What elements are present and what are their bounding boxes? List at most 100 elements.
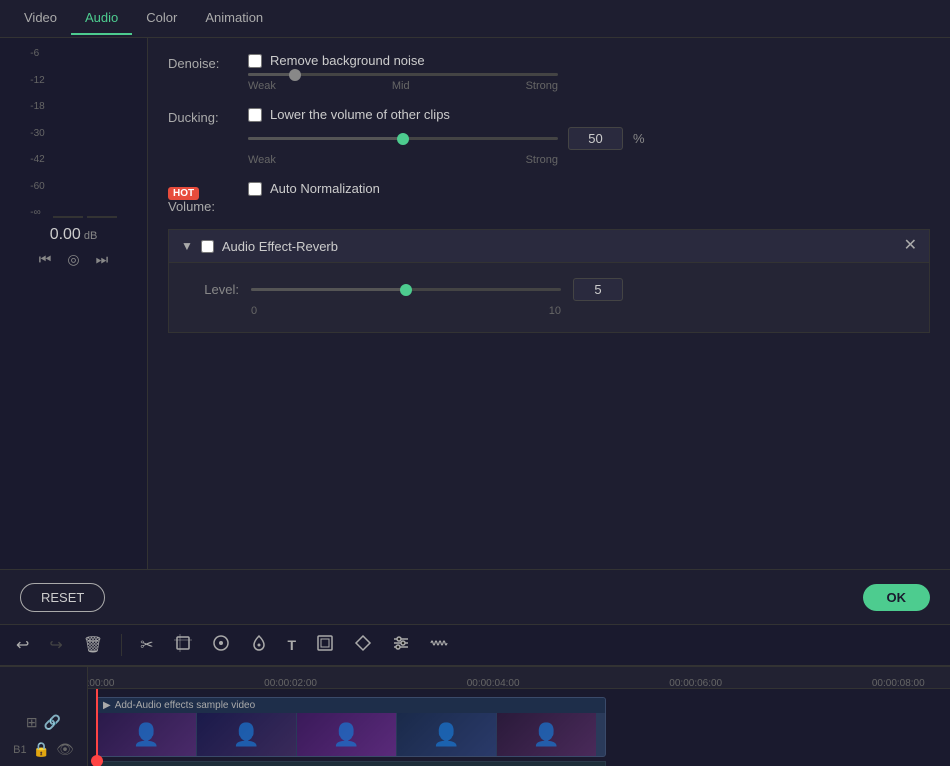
effect-level-input[interactable] <box>573 278 623 301</box>
thumb-inner-5: 👤 <box>497 713 596 756</box>
meter-skip-end-btn[interactable]: ⏭ <box>92 249 113 270</box>
redo-icon: ↪ <box>49 635 62 655</box>
denoise-slider-labels: Weak Mid Strong <box>248 80 558 92</box>
ducking-checkbox-label: Lower the volume of other clips <box>270 107 450 122</box>
ducking-content: Lower the volume of other clips % Weak S… <box>248 107 930 166</box>
ducking-percent-input[interactable] <box>568 127 623 150</box>
tab-audio[interactable]: Audio <box>71 2 132 35</box>
fullscreen-btn[interactable] <box>310 630 340 661</box>
reset-button[interactable]: RESET <box>20 583 105 612</box>
tab-color[interactable]: Color <box>132 2 191 35</box>
waveform-btn[interactable] <box>424 630 454 661</box>
lock-icon[interactable]: 🔒 <box>33 741 50 758</box>
color-btn[interactable] <box>244 630 274 661</box>
ducking-slider-container <box>248 137 558 140</box>
ruler-mark-2: 00:00:02:00 <box>264 678 317 689</box>
text-overlay-btn[interactable]: T <box>282 633 303 657</box>
effect-collapse-btn[interactable]: ▼ <box>181 239 193 253</box>
video-clip[interactable]: ▶ Add-Audio effects sample video 👤 👤 <box>96 697 606 757</box>
volume-checkbox[interactable] <box>248 182 262 196</box>
tab-video[interactable]: Video <box>10 2 71 35</box>
person-silhouette-3: 👤 <box>333 722 360 748</box>
effect-slider-thumb[interactable] <box>400 284 412 296</box>
clip-play-icon: ▶ <box>103 700 111 711</box>
clip-header: ▶ Add-Audio effects sample video <box>97 698 605 713</box>
ducking-slider-thumb[interactable] <box>397 133 409 145</box>
denoise-checkbox-row: Remove background noise <box>248 53 930 68</box>
db-label-minus12: -12 <box>30 75 44 86</box>
redo-btn[interactable]: ↪ <box>43 631 68 659</box>
effect-header: ▼ Audio Effect-Reverb ✕ <box>169 230 929 263</box>
ok-button[interactable]: OK <box>863 584 931 611</box>
audio-filter-btn[interactable] <box>386 630 416 661</box>
denoise-checkbox[interactable] <box>248 54 262 68</box>
waveform-icon <box>430 634 448 657</box>
toolbar-sep-1 <box>121 634 122 656</box>
diamond-icon <box>354 634 372 657</box>
effect-slider-fill <box>251 288 406 291</box>
denoise-slider-container <box>248 73 558 76</box>
denoise-label-weak: Weak <box>248 80 276 92</box>
cut-btn[interactable]: ✂ <box>134 631 159 659</box>
clip-thumb-2: 👤 <box>197 713 297 756</box>
denoise-label-strong: Strong <box>526 80 558 92</box>
trash-icon: 🗑 <box>83 635 103 655</box>
db-label-minusinf: -∞ <box>30 207 44 218</box>
effect-close-btn[interactable]: ✕ <box>904 238 917 254</box>
text-icon: T <box>288 637 297 653</box>
ducking-percent-symbol: % <box>633 131 645 146</box>
ducking-slider-row: % <box>248 127 930 150</box>
denoise-slider-track[interactable] <box>248 73 558 76</box>
ducking-slider-track[interactable] <box>248 137 558 140</box>
level-meter <box>53 48 117 218</box>
ruler-mark-4: 00:00:04:00 <box>467 678 520 689</box>
visibility-icon[interactable]: 👁 <box>56 741 74 758</box>
tab-animation[interactable]: Animation <box>191 2 277 35</box>
volume-checkbox-row: Auto Normalization <box>248 181 930 196</box>
thumb-inner-1: 👤 <box>97 713 196 756</box>
speed-btn[interactable] <box>206 630 236 661</box>
volume-content: Auto Normalization <box>248 181 930 201</box>
effect-body: Level: 0 10 <box>169 263 929 332</box>
timeline-left-controls: ⊞ 🔗 <box>0 711 87 734</box>
ducking-label-weak: Weak <box>248 154 276 166</box>
filter-btn[interactable] <box>348 630 378 661</box>
volume-checkbox-label: Auto Normalization <box>270 181 380 196</box>
denoise-slider-thumb[interactable] <box>289 69 301 81</box>
ruler-mark-8: 00:00:08:00 <box>872 678 925 689</box>
clip-thumbnails: 👤 👤 👤 👤 <box>97 713 605 756</box>
playhead[interactable] <box>96 689 98 766</box>
meter-skip-start-btn[interactable]: ⏮ <box>35 249 56 270</box>
volume-row: HOT Volume: Auto Normalization <box>168 181 930 214</box>
add-track-icon[interactable]: ⊞ <box>26 714 38 731</box>
effect-checkbox[interactable] <box>201 240 214 253</box>
fullscreen-icon <box>316 634 334 657</box>
clip-thumb-1: 👤 <box>97 713 197 756</box>
audio-waveform <box>96 761 606 766</box>
timeline-track-area: ▶ Add-Audio effects sample video 👤 👤 <box>88 689 950 766</box>
delete-btn[interactable]: 🗑 <box>77 631 109 659</box>
ducking-checkbox[interactable] <box>248 108 262 122</box>
ducking-slider-fill <box>248 137 403 140</box>
ducking-label: Ducking: <box>168 107 248 125</box>
undo-btn[interactable]: ↩ <box>10 631 35 659</box>
timeline-right: 00:00:00:00 00:00:02:00 00:00:04:00 00:0… <box>88 667 950 766</box>
tabs-bar: Video Audio Color Animation <box>0 0 950 38</box>
effect-range-labels: 0 10 <box>251 305 561 317</box>
effect-slider-track[interactable] <box>251 288 561 291</box>
crop-icon <box>174 634 192 657</box>
main-area: -6 -12 -18 -30 -42 -60 -∞ 0.00dB ⏮ <box>0 38 950 569</box>
playhead-circle <box>91 755 103 766</box>
timeline-area: ⊞ 🔗 B1 🔒 👁 00:00:00:00 00:00:02:00 00:00… <box>0 666 950 766</box>
link-icon[interactable]: 🔗 <box>44 714 61 731</box>
effect-slider-container <box>251 288 561 291</box>
color-icon <box>250 634 268 657</box>
denoise-checkbox-label: Remove background noise <box>270 53 425 68</box>
clip-title: Add-Audio effects sample video <box>115 700 255 711</box>
crop-btn[interactable] <box>168 630 198 661</box>
settings-panel: Denoise: Remove background noise Weak Mi… <box>148 38 950 569</box>
db-label-minus42: -42 <box>30 154 44 165</box>
db-label-minus18: -18 <box>30 101 44 112</box>
meter-reset-btn[interactable]: ◎ <box>63 249 83 270</box>
clip-thumb-5: 👤 <box>497 713 597 756</box>
